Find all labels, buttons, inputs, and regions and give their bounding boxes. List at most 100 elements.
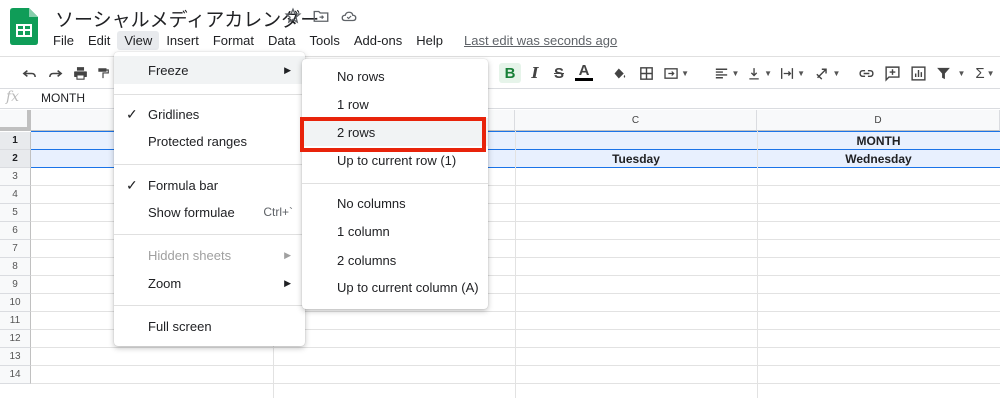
menu-item-formula-bar[interactable]: ✓ Formula bar xyxy=(114,171,305,199)
row-header[interactable]: 4 xyxy=(0,186,31,204)
menu-item-2-columns[interactable]: 2 columns xyxy=(302,246,488,274)
column-header-d[interactable]: D xyxy=(757,110,1000,131)
menu-item-gridlines[interactable]: ✓ Gridlines xyxy=(114,100,305,128)
menu-divider xyxy=(114,234,305,235)
menu-item-label: Show formulae xyxy=(148,204,235,220)
menu-item-freeze[interactable]: Freeze ▶ xyxy=(114,56,305,84)
borders-icon[interactable] xyxy=(637,63,655,83)
sum-icon: Σ xyxy=(975,64,985,82)
view-menu: Freeze ▶ ✓ Gridlines Protected ranges ✓ … xyxy=(114,52,305,346)
menu-item-no-rows[interactable]: No rows xyxy=(302,62,488,90)
functions-button[interactable]: Σ ▼ xyxy=(973,63,997,83)
menu-item-no-columns[interactable]: No columns xyxy=(302,189,488,217)
menu-item-label: Formula bar xyxy=(148,177,219,193)
row-header[interactable]: 6 xyxy=(0,222,31,240)
menu-item-label: Up to current row (1) xyxy=(337,152,457,168)
last-edit-link[interactable]: Last edit was seconds ago xyxy=(450,33,617,48)
text-rotation-icon[interactable]: ▼ xyxy=(813,63,841,83)
menu-item-full-screen[interactable]: Full screen xyxy=(114,312,305,340)
vertical-align-icon[interactable]: ▼ xyxy=(746,63,772,83)
row-header[interactable]: 8 xyxy=(0,258,31,276)
menu-format[interactable]: Format xyxy=(206,31,261,50)
row-header[interactable]: 3 xyxy=(0,168,31,186)
menu-data[interactable]: Data xyxy=(261,31,302,50)
menu-help[interactable]: Help xyxy=(409,31,450,50)
filter-icon[interactable]: ▼ xyxy=(934,63,966,83)
menu-edit[interactable]: Edit xyxy=(81,31,117,50)
row-header[interactable]: 1 xyxy=(0,132,31,150)
undo-icon[interactable] xyxy=(20,63,38,83)
italic-button[interactable]: I xyxy=(528,63,542,83)
menu-bar: File Edit View Insert Format Data Tools … xyxy=(46,30,617,50)
menu-item-hidden-sheets: Hidden sheets ▶ xyxy=(114,241,305,269)
document-title[interactable]: ソーシャルメディアカレンダー xyxy=(55,5,319,32)
text-color-button[interactable]: A xyxy=(575,62,593,81)
submenu-arrow-icon: ▶ xyxy=(284,277,291,288)
insert-chart-icon[interactable] xyxy=(909,63,927,83)
menu-item-label: 2 columns xyxy=(337,252,397,268)
column-divider xyxy=(757,131,758,398)
menu-divider xyxy=(114,164,305,165)
insert-comment-icon[interactable] xyxy=(883,63,901,83)
print-icon[interactable] xyxy=(71,63,89,83)
menu-item-label: Gridlines xyxy=(148,106,200,122)
row-header[interactable]: 13 xyxy=(0,348,31,366)
fill-color-icon[interactable] xyxy=(610,63,628,83)
menu-item-1-row[interactable]: 1 row xyxy=(302,90,488,118)
menu-divider xyxy=(302,183,488,184)
row-header[interactable]: 12 xyxy=(0,330,31,348)
menu-file[interactable]: File xyxy=(46,31,81,50)
row-header[interactable]: 5 xyxy=(0,204,31,222)
horizontal-align-icon[interactable]: ▼ xyxy=(712,63,740,83)
row-header[interactable]: 11 xyxy=(0,312,31,330)
menu-item-label: Up to current column (A) xyxy=(337,279,479,295)
row-header[interactable]: 14 xyxy=(0,366,31,384)
cell-d2[interactable]: Wednesday xyxy=(757,152,1000,166)
menu-item-label: Protected ranges xyxy=(148,133,248,149)
redo-icon[interactable] xyxy=(46,63,64,83)
menu-tools[interactable]: Tools xyxy=(302,31,346,50)
menu-item-label: Zoom xyxy=(148,275,182,291)
menu-item-up-to-current-column[interactable]: Up to current column (A) xyxy=(302,273,488,301)
sheets-logo-icon[interactable] xyxy=(10,8,38,45)
fx-icon: fx xyxy=(6,89,20,105)
menu-divider xyxy=(114,305,305,306)
menu-item-label: Freeze xyxy=(148,62,189,78)
cell-d1[interactable]: MONTH xyxy=(757,134,1000,148)
menu-divider xyxy=(114,94,305,95)
menu-item-show-formulae[interactable]: Show formulae Ctrl+` xyxy=(114,198,305,226)
menu-item-label: 1 row xyxy=(337,96,369,112)
menu-item-protected-ranges[interactable]: Protected ranges xyxy=(114,127,305,155)
menu-add-ons[interactable]: Add-ons xyxy=(347,31,409,50)
star-icon[interactable] xyxy=(284,7,302,25)
menu-item-label: Full screen xyxy=(148,318,212,334)
submenu-arrow-icon: ▶ xyxy=(284,64,291,75)
menu-item-label: No columns xyxy=(337,195,406,211)
move-folder-icon[interactable] xyxy=(312,7,330,25)
menu-item-label: Hidden sheets xyxy=(148,247,232,263)
menu-item-1-column[interactable]: 1 column xyxy=(302,217,488,245)
text-wrapping-icon[interactable]: ▼ xyxy=(779,63,805,83)
shortcut-label: Ctrl+` xyxy=(263,205,293,219)
paint-format-icon[interactable] xyxy=(96,63,110,83)
row-header[interactable]: 2 xyxy=(0,150,31,168)
select-all-corner[interactable] xyxy=(0,110,31,131)
column-divider xyxy=(515,131,516,398)
checkmark-icon: ✓ xyxy=(126,176,138,193)
strikethrough-button[interactable]: S xyxy=(551,63,567,83)
bold-button[interactable]: B xyxy=(499,63,521,83)
column-header-c[interactable]: C xyxy=(515,110,757,131)
row-header[interactable]: 10 xyxy=(0,294,31,312)
cell-c2[interactable]: Tuesday xyxy=(515,152,757,166)
row-header[interactable]: 7 xyxy=(0,240,31,258)
merge-cells-icon[interactable]: ▼ xyxy=(663,63,689,83)
menu-insert[interactable]: Insert xyxy=(159,31,206,50)
row-header[interactable]: 9 xyxy=(0,276,31,294)
menu-item-zoom[interactable]: Zoom ▶ xyxy=(114,269,305,297)
menu-view[interactable]: View xyxy=(117,30,160,50)
insert-link-icon[interactable] xyxy=(857,63,875,83)
menu-item-label: 1 column xyxy=(337,223,390,239)
cloud-saved-icon[interactable] xyxy=(340,7,358,25)
annotation-highlight-box xyxy=(300,117,486,152)
formula-input[interactable]: MONTH xyxy=(41,91,85,105)
